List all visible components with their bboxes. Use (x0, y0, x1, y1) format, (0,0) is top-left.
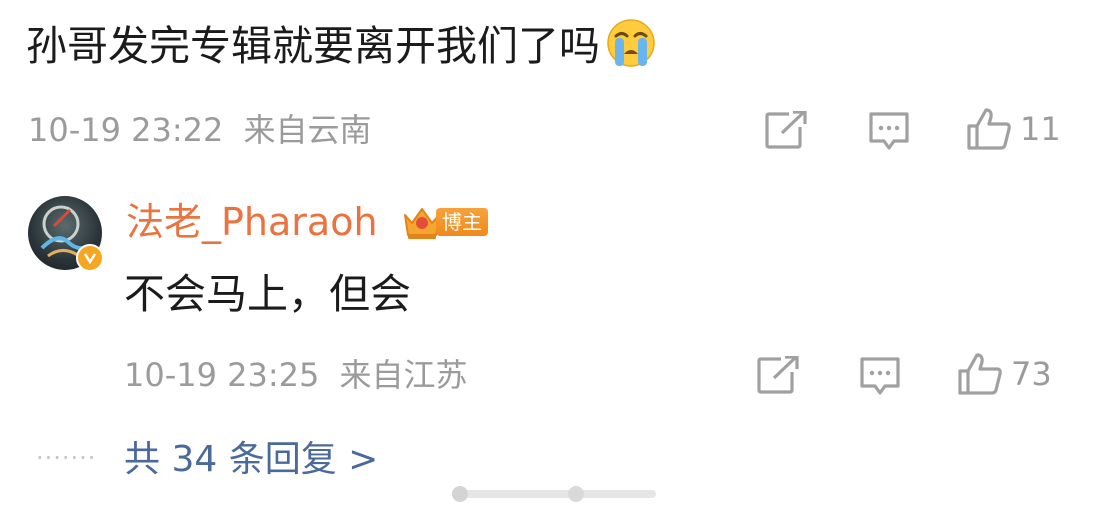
reply-like-button[interactable]: 73 (957, 352, 1052, 396)
like-count: 11 (1020, 110, 1061, 148)
comment-location: 来自云南 (243, 111, 372, 149)
crying-face-emoji-icon (606, 18, 656, 68)
reply-text: 不会马上，但会 (124, 270, 411, 318)
reply-button[interactable] (868, 111, 910, 151)
avatar[interactable] (28, 196, 104, 272)
blogger-badge: 博主 (402, 203, 488, 241)
reply-location: 来自江苏 (339, 356, 468, 394)
like-button[interactable]: 11 (966, 107, 1061, 151)
share-icon (765, 111, 807, 149)
reply-share-button[interactable] (757, 356, 799, 394)
thread-dots: ······· (36, 444, 97, 472)
badge-label: 博主 (436, 208, 488, 236)
comment-body: 孙哥发完专辑就要离开我们了吗 (26, 22, 600, 70)
reply-date: 10-19 23:25 (124, 356, 320, 394)
like-icon (967, 108, 1011, 150)
reply-meta: 10-19 23:25 来自江苏 (124, 355, 468, 395)
comment-text: 孙哥发完专辑就要离开我们了吗 (26, 16, 656, 76)
share-button[interactable] (765, 111, 807, 149)
like-icon (958, 353, 1002, 395)
share-icon (757, 356, 799, 394)
reply-username[interactable]: 法老_Pharaoh (126, 198, 378, 246)
reply-comment-button[interactable] (859, 356, 901, 396)
verified-badge-icon (76, 244, 104, 272)
comment-meta: 10-19 23:22 来自云南 (28, 110, 372, 150)
more-replies-link[interactable]: 共 34 条回复 > (124, 438, 378, 482)
reply-like-count: 73 (1011, 355, 1052, 393)
home-indicator (452, 484, 656, 504)
comment-date: 10-19 23:22 (28, 111, 224, 149)
comment-icon (860, 357, 900, 395)
comment-icon (869, 112, 909, 150)
